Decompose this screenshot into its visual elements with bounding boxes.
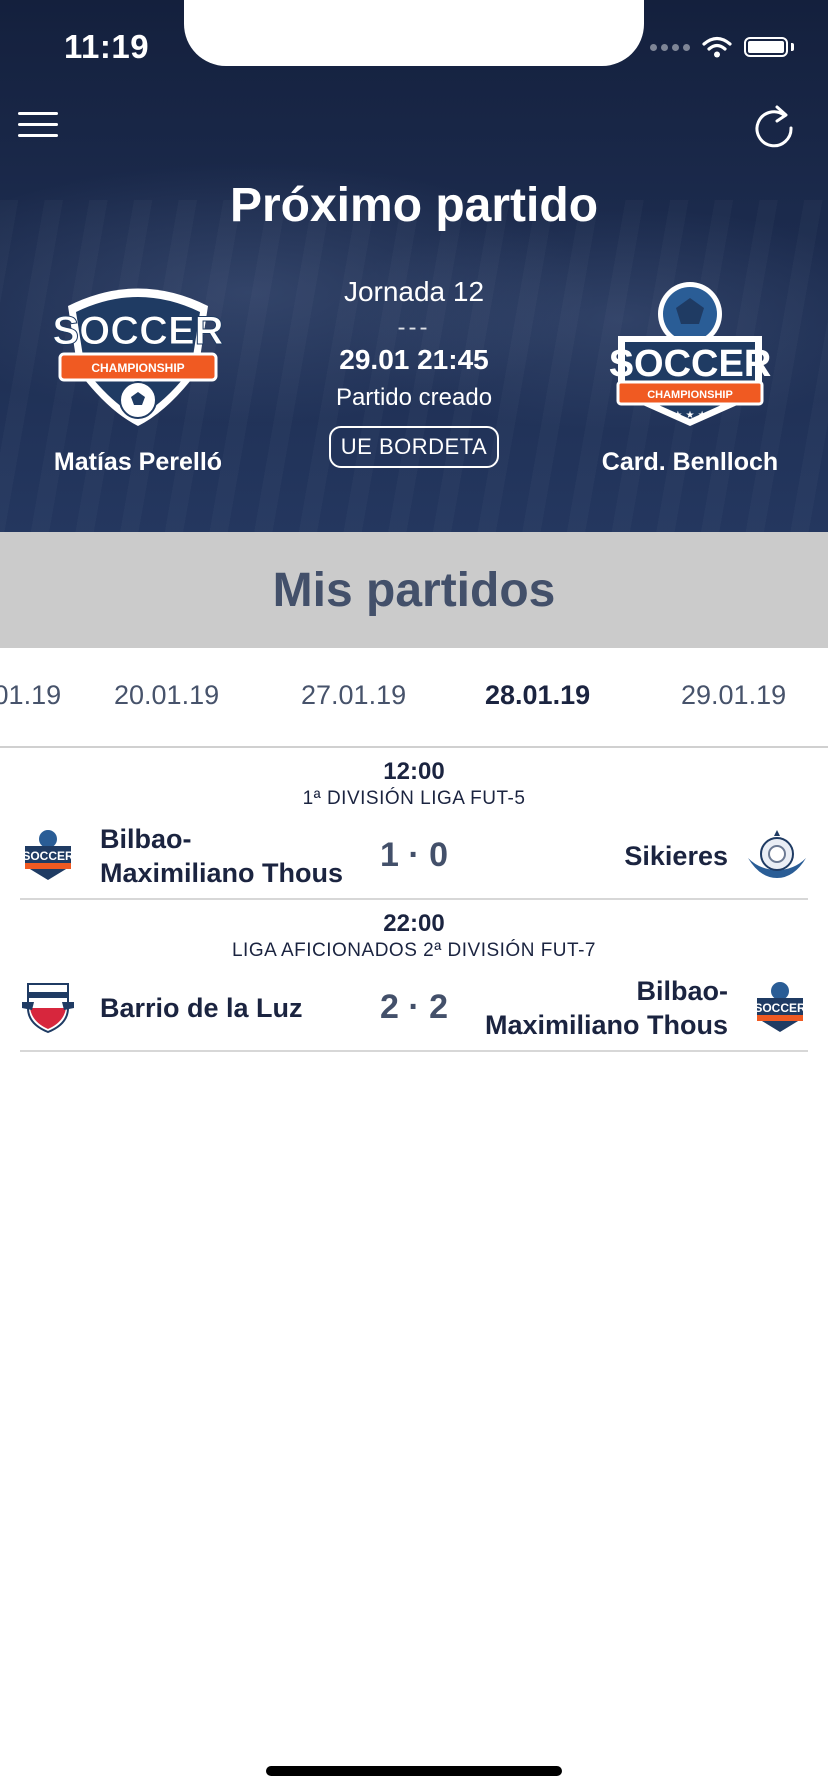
menu-button[interactable] (18, 112, 58, 144)
wifi-icon (702, 36, 732, 58)
status-time: 11:19 (64, 28, 150, 65)
section-header: Mis partidos (0, 532, 828, 648)
refresh-icon[interactable] (750, 104, 798, 152)
round-label: Jornada 12 (343, 276, 485, 307)
venue-button[interactable]: UE BORDETA (328, 426, 500, 468)
match-time: 12:00 (383, 758, 445, 785)
svg-text:CHAMPIONSHIP: CHAMPIONSHIP (647, 389, 733, 401)
section-title: Mis partidos (272, 563, 556, 617)
svg-text:CHAMPIONSHIP: CHAMPIONSHIP (91, 361, 184, 375)
next-match-hero: 11:19 Próximo partido CHAMPIONSHIP SOCCE… (0, 0, 828, 532)
date-tab[interactable]: 29.01.19 (681, 680, 786, 711)
away-team-name: Card. Benlloch (601, 448, 779, 476)
match-league: LIGA AFICIONADOS 2ª DIVISIÓN FUT-7 (231, 940, 596, 961)
svg-text:SOCCER: SOCCER (609, 343, 772, 385)
home-team-name: Matías Perelló (53, 448, 223, 476)
svg-text:SOCCER: SOCCER (52, 309, 223, 353)
match-status: Partido creado (335, 384, 493, 411)
device-notch (184, 0, 644, 66)
soccer-badge-small-icon: SOCCER (22, 828, 74, 880)
status-icons (650, 36, 794, 58)
match-datetime: 29.01 21:45 (339, 344, 489, 375)
battery-nub (791, 43, 794, 51)
soccer-badge-logo: CHAMPIONSHIP SOCCER (52, 288, 224, 426)
svg-text:★ ★ ★: ★ ★ ★ (673, 410, 706, 421)
date-tab-active[interactable]: 28.01.19 (485, 680, 590, 711)
hamburger-icon (18, 112, 58, 137)
match-league: 1ª DIVISIÓN LIGA FUT-5 (302, 788, 526, 809)
away-team[interactable]: SOCCER CHAMPIONSHIP ★ ★ ★ Card. Benlloch (580, 276, 800, 477)
away-team-name: Bilbao- Maximiliano Thous (484, 976, 728, 1040)
separator: --- (397, 314, 431, 341)
svg-text:SOCCER: SOCCER (22, 849, 74, 863)
page-title: Próximo partido (229, 179, 599, 232)
club-crest-wings-icon (748, 830, 806, 878)
date-tab[interactable]: 19.01.19 (0, 680, 61, 711)
match-row[interactable]: 22:00 LIGA AFICIONADOS 2ª DIVISIÓN FUT-7… (20, 900, 808, 1052)
date-tabs[interactable]: 19.01.19 20.01.19 27.01.19 28.01.19 29.0… (0, 648, 828, 748)
match-info: Jornada 12 --- 29.01 21:45 Partido cread… (294, 276, 534, 468)
match-time: 22:00 (383, 910, 445, 937)
date-tab[interactable]: 27.01.19 (301, 680, 406, 711)
home-indicator[interactable] (266, 1766, 562, 1776)
date-tab[interactable]: 20.01.19 (114, 680, 219, 711)
soccer-badge-logo: SOCCER CHAMPIONSHIP ★ ★ ★ (609, 282, 772, 426)
soccer-badge-small-icon: SOCCER (754, 980, 806, 1032)
match-row[interactable]: 12:00 1ª DIVISIÓN LIGA FUT-5 SOCCER Bilb… (20, 748, 808, 900)
svg-text:SOCCER: SOCCER (754, 1001, 806, 1015)
football-club-shield-icon (22, 983, 74, 1034)
battery-icon (744, 37, 788, 57)
home-team[interactable]: CHAMPIONSHIP SOCCER Matías Perelló (28, 276, 248, 477)
cellular-signal-icon (650, 43, 690, 51)
away-team-name: Sikieres (624, 841, 728, 871)
